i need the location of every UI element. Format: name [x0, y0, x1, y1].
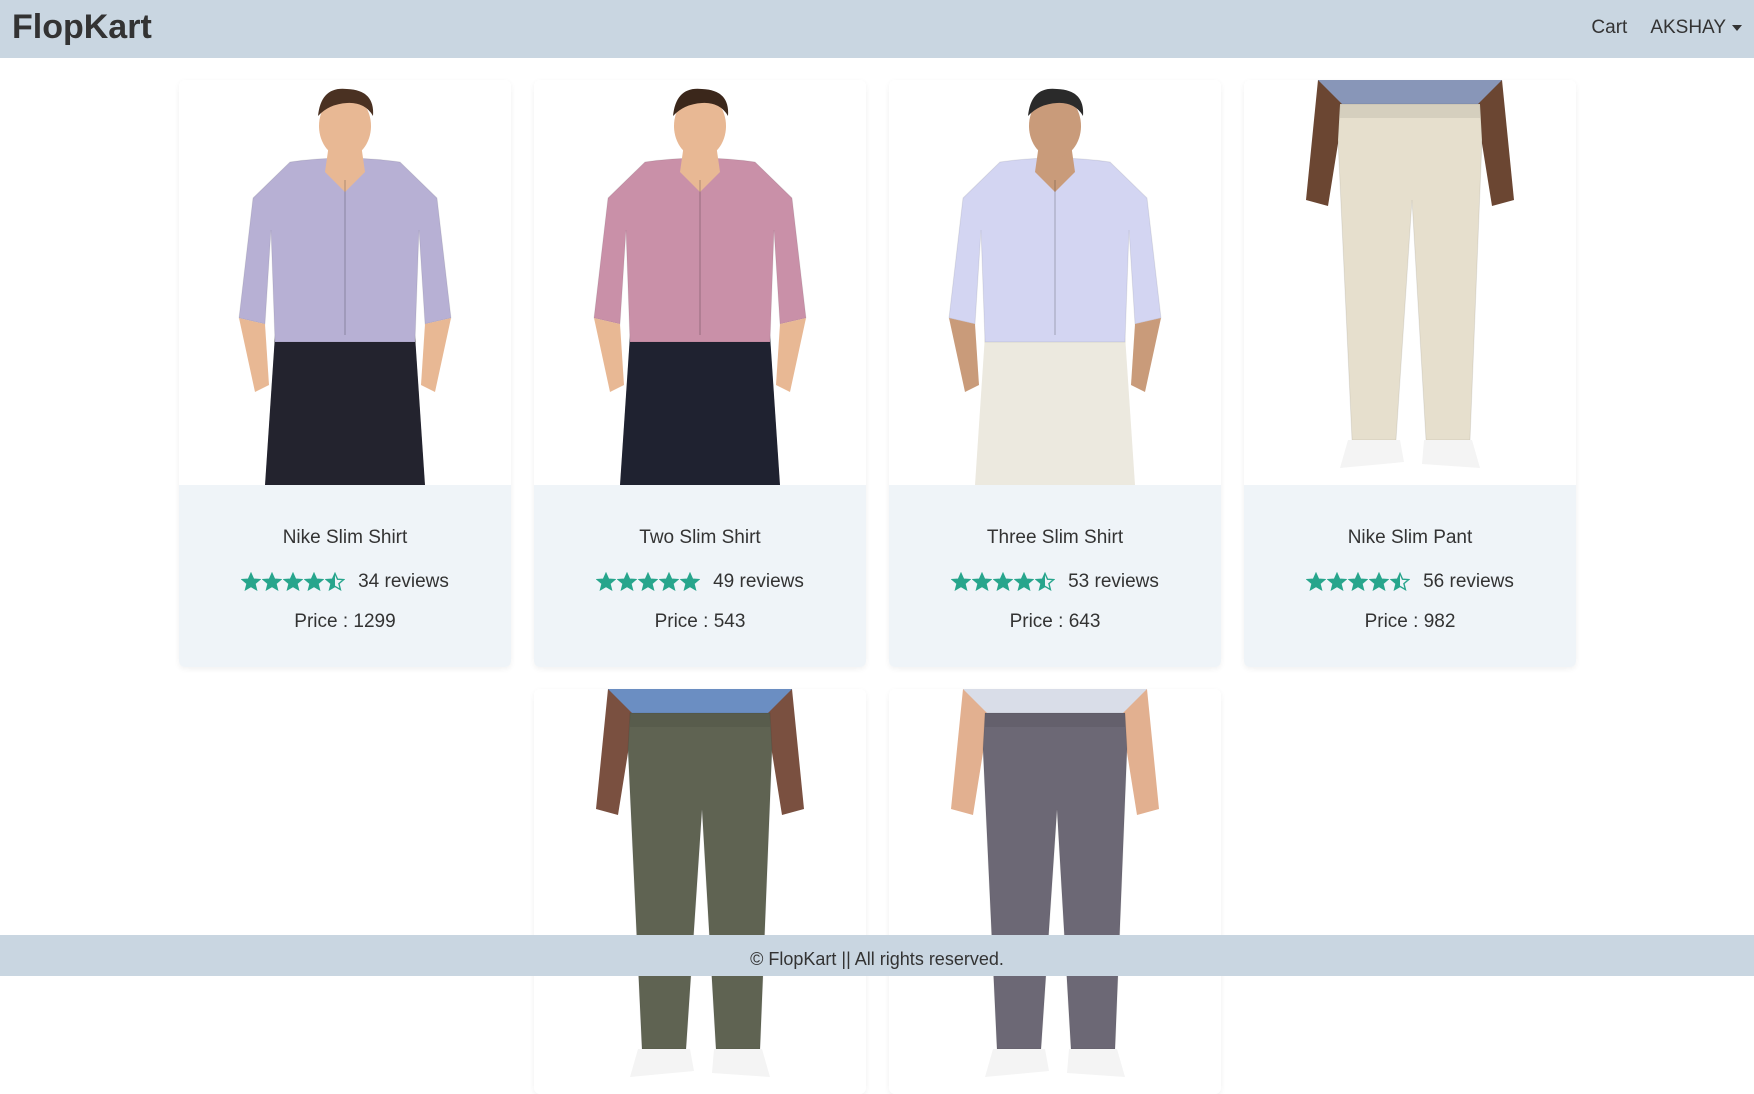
footer-text: © FlopKart || All rights reserved.	[750, 949, 1004, 969]
product-rating: 53 reviews	[889, 571, 1221, 593]
product-image[interactable]	[534, 689, 866, 1094]
nav-links: Cart AKSHAY	[1591, 17, 1742, 39]
product-image[interactable]	[889, 689, 1221, 1094]
product-info: Nike Slim Pant 56 reviews Price : 982	[1244, 485, 1576, 667]
star-icon	[617, 572, 638, 592]
product-image[interactable]	[1244, 80, 1576, 485]
product-info: Two Slim Shirt 49 reviews Price : 543	[534, 485, 866, 667]
product-price: Price : 643	[1009, 611, 1101, 632]
review-count: 53 reviews	[1068, 571, 1159, 592]
product-card[interactable]	[889, 689, 1221, 1094]
user-menu[interactable]: AKSHAY	[1650, 17, 1742, 39]
user-name: AKSHAY	[1650, 17, 1726, 38]
shirt-model-figure	[593, 88, 807, 485]
star-icon	[283, 572, 304, 592]
pant-model-figure	[1306, 80, 1514, 468]
star-icon	[1348, 572, 1369, 592]
product-image[interactable]	[534, 80, 866, 485]
footer: © FlopKart || All rights reserved.	[0, 935, 1754, 976]
star-icon	[951, 572, 972, 592]
product-price: Price : 982	[1364, 611, 1456, 632]
star-icon	[1014, 572, 1035, 592]
rating-stars	[1306, 572, 1411, 592]
star-icon	[993, 572, 1014, 592]
pant-model-figure	[596, 689, 804, 1077]
product-image[interactable]	[179, 80, 511, 485]
star-icon	[1035, 572, 1056, 592]
star-icon	[596, 572, 617, 592]
product-rating: 49 reviews	[534, 571, 866, 593]
product-info: Three Slim Shirt 53 reviews Price : 643	[889, 485, 1221, 667]
star-icon	[1306, 572, 1327, 592]
caret-down-icon	[1732, 25, 1742, 31]
product-name[interactable]: Nike Slim Pant	[1244, 485, 1576, 549]
star-icon	[262, 572, 283, 592]
product-card[interactable]: Two Slim Shirt 49 reviews Price : 543	[534, 80, 866, 667]
product-card[interactable]: Nike Slim Shirt 34 reviews Price : 1299	[179, 80, 511, 667]
star-icon	[1390, 572, 1411, 592]
rating-stars	[241, 572, 346, 592]
product-name[interactable]: Nike Slim Shirt	[179, 485, 511, 549]
brand-logo[interactable]: FlopKart	[12, 8, 152, 47]
product-name[interactable]: Three Slim Shirt	[889, 485, 1221, 549]
product-rating: 34 reviews	[179, 571, 511, 593]
shirt-model-figure	[238, 88, 452, 485]
review-count: 49 reviews	[713, 571, 804, 592]
product-image[interactable]	[889, 80, 1221, 485]
product-card[interactable]: Three Slim Shirt 53 reviews Price : 643	[889, 80, 1221, 667]
star-icon	[680, 572, 701, 592]
review-count: 56 reviews	[1423, 571, 1514, 592]
star-icon	[304, 572, 325, 592]
product-rating: 56 reviews	[1244, 571, 1576, 593]
product-grid: Nike Slim Shirt 34 reviews Price : 1299 …	[0, 0, 1754, 1094]
navbar: FlopKart Cart AKSHAY	[0, 0, 1754, 58]
product-card[interactable]: Nike Slim Pant 56 reviews Price : 982	[1244, 80, 1576, 667]
cart-link[interactable]: Cart	[1591, 17, 1627, 39]
product-name[interactable]: Two Slim Shirt	[534, 485, 866, 549]
star-icon	[1327, 572, 1348, 592]
rating-stars	[951, 572, 1056, 592]
star-icon	[241, 572, 262, 592]
product-price: Price : 1299	[294, 611, 396, 632]
star-icon	[638, 572, 659, 592]
star-icon	[1369, 572, 1390, 592]
product-card[interactable]	[534, 689, 866, 1094]
rating-stars	[596, 572, 701, 592]
shirt-model-figure	[948, 88, 1162, 485]
pant-model-figure	[951, 689, 1159, 1077]
product-info: Nike Slim Shirt 34 reviews Price : 1299	[179, 485, 511, 667]
star-icon	[659, 572, 680, 592]
star-icon	[325, 572, 346, 592]
review-count: 34 reviews	[358, 571, 449, 592]
star-icon	[972, 572, 993, 592]
product-price: Price : 543	[654, 611, 746, 632]
